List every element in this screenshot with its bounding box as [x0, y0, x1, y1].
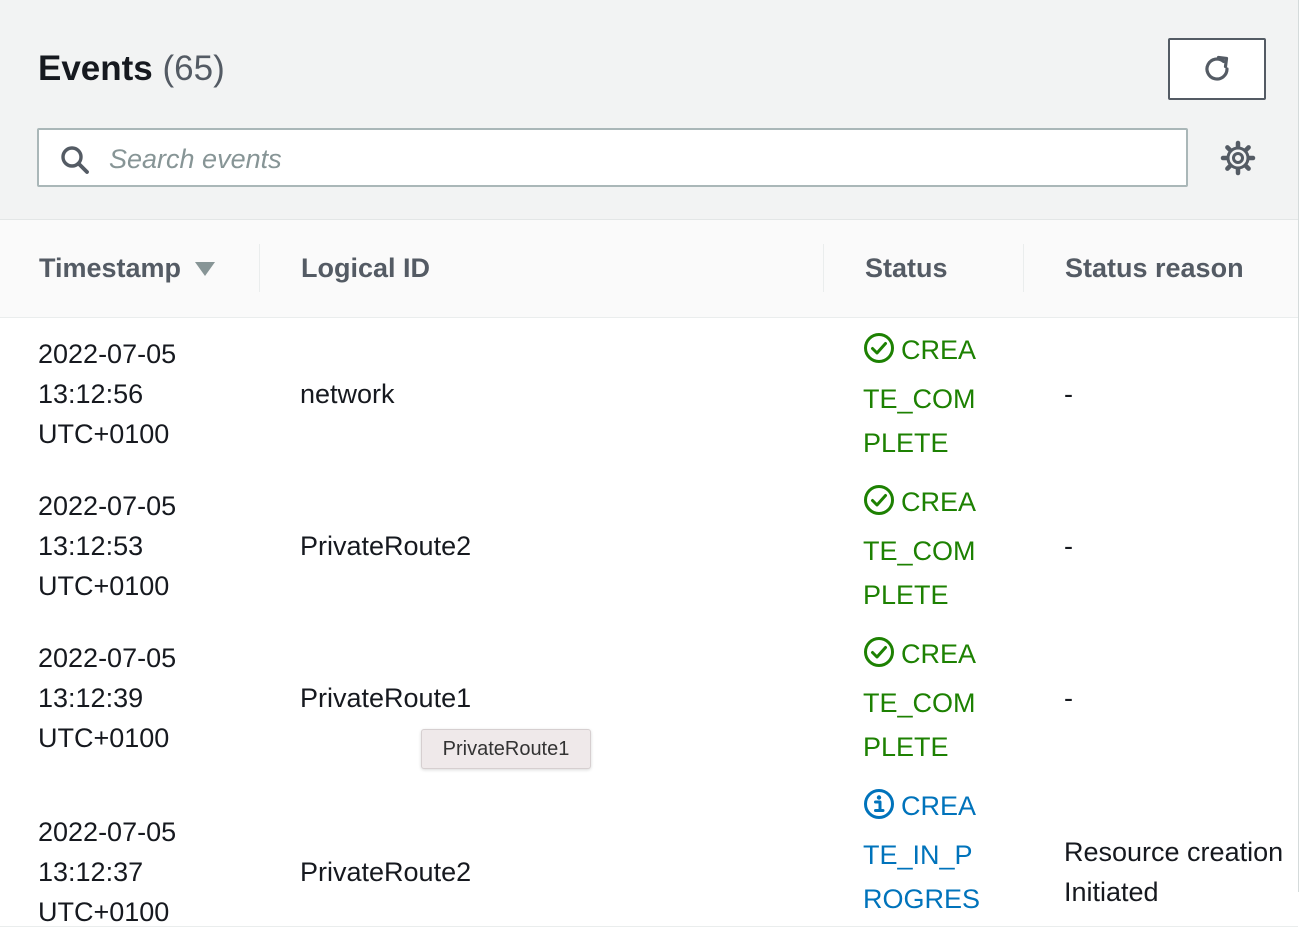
status-text-line: TE_COM — [863, 384, 976, 414]
column-resizer[interactable] — [259, 244, 260, 292]
timestamp-cell: 2022-07-05 13:12:56 UTC+0100 — [38, 334, 176, 454]
table-header: Timestamp Logical ID Status Status reaso… — [0, 220, 1298, 318]
status-text-line: CREA — [901, 791, 977, 821]
check-circle-icon — [863, 636, 895, 681]
gear-icon[interactable] — [1219, 139, 1257, 177]
check-circle-icon — [863, 332, 895, 377]
timestamp-date: 2022-07-05 — [38, 643, 177, 673]
timestamp-cell: 2022-07-05 13:12:53 UTC+0100 — [38, 486, 176, 606]
status-text-line: CREA — [901, 335, 977, 365]
column-label-timestamp: Timestamp — [39, 253, 182, 283]
status-reason-cell: - — [1064, 531, 1073, 561]
column-header-status-reason[interactable]: Status reason — [1065, 220, 1244, 317]
table-row[interactable]: 2022-07-05 13:12:37 UTC+0100 PrivateRout… — [0, 774, 1298, 927]
logical-id-cell: network — [300, 379, 395, 409]
events-title: Events — [38, 49, 153, 88]
table-row[interactable]: 2022-07-05 13:12:39 UTC+0100 PrivateRout… — [0, 622, 1298, 775]
column-resizer[interactable] — [1023, 244, 1024, 292]
timestamp-timezone: UTC+0100 — [38, 571, 170, 601]
column-header-timestamp[interactable]: Timestamp — [39, 220, 216, 317]
status-badge: CREA TE_COM PLETE — [863, 328, 976, 465]
timestamp-date: 2022-07-05 — [38, 339, 177, 369]
table-row[interactable]: 2022-07-05 13:12:56 UTC+0100 network CRE… — [0, 318, 1298, 471]
timestamp-time: 13:12:39 — [38, 683, 144, 713]
timestamp-cell: 2022-07-05 13:12:37 UTC+0100 — [38, 812, 176, 932]
status-text-line: TE_COM — [863, 536, 976, 566]
column-label-status: Status — [865, 253, 948, 283]
logical-id-cell: PrivateRoute2 — [300, 531, 472, 561]
search-input[interactable] — [107, 138, 1171, 180]
table-row[interactable]: 2022-07-05 13:12:53 UTC+0100 PrivateRout… — [0, 470, 1298, 623]
status-badge: CREA TE_COM PLETE — [863, 632, 976, 769]
refresh-icon — [1205, 55, 1229, 81]
timestamp-date: 2022-07-05 — [38, 491, 177, 521]
timestamp-time: 13:12:53 — [38, 531, 144, 561]
timestamp-date: 2022-07-05 — [38, 817, 177, 847]
status-reason-cell: - — [1064, 683, 1073, 713]
column-resizer[interactable] — [823, 244, 824, 292]
timestamp-timezone: UTC+0100 — [38, 419, 170, 449]
search-field[interactable] — [37, 128, 1188, 187]
timestamp-timezone: UTC+0100 — [38, 897, 170, 927]
sort-descending-icon[interactable] — [195, 261, 216, 276]
status-text-line: TE_COM — [863, 688, 976, 718]
column-label-logical-id: Logical ID — [301, 253, 431, 283]
status-text-line: TE_IN_P — [863, 840, 973, 870]
column-label-status-reason: Status reason — [1065, 253, 1244, 283]
info-circle-icon — [863, 788, 895, 833]
column-header-logical-id[interactable]: Logical ID — [301, 220, 430, 317]
check-circle-icon — [863, 484, 895, 529]
panel-right-border — [1298, 0, 1299, 892]
status-text-line: PLETE — [863, 580, 949, 610]
column-header-status[interactable]: Status — [865, 220, 948, 317]
status-text-line: CREA — [901, 639, 977, 669]
timestamp-cell: 2022-07-05 13:12:39 UTC+0100 — [38, 638, 176, 758]
timestamp-timezone: UTC+0100 — [38, 723, 170, 753]
logical-id-tooltip: PrivateRoute1 — [421, 729, 591, 769]
refresh-button[interactable] — [1168, 38, 1266, 100]
status-text-line: PLETE — [863, 732, 949, 762]
search-icon — [61, 146, 89, 174]
logical-id-cell: PrivateRoute2 — [300, 857, 472, 887]
status-text-line: ROGRES — [863, 884, 981, 914]
status-reason-cell: Resource creation Initiated — [1064, 832, 1283, 912]
status-text-line: PLETE — [863, 428, 949, 458]
status-reason-line: Resource creation — [1064, 837, 1284, 867]
status-reason-cell: - — [1064, 379, 1073, 409]
timestamp-time: 13:12:56 — [38, 379, 144, 409]
events-header — [0, 0, 1298, 220]
logical-id-cell: PrivateRoute1 — [300, 683, 472, 713]
status-reason-line: Initiated — [1064, 877, 1159, 907]
events-count: (65) — [162, 49, 225, 88]
status-text-line: CREA — [901, 487, 977, 517]
status-badge: CREA TE_IN_P ROGRES — [863, 784, 980, 921]
status-badge: CREA TE_COM PLETE — [863, 480, 976, 617]
page-title: Events (65) — [38, 48, 225, 90]
timestamp-time: 13:12:37 — [38, 857, 144, 887]
